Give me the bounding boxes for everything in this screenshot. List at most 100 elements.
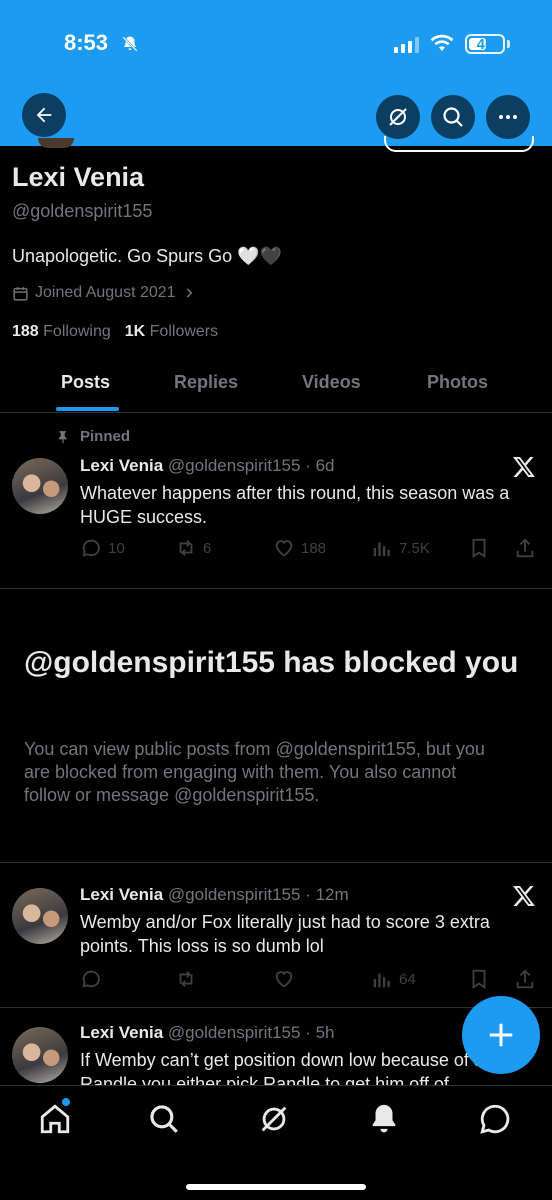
following-count: 188 <box>12 323 39 340</box>
reply-count: 10 <box>108 539 125 557</box>
post-divider <box>0 1007 552 1008</box>
post-avatar[interactable] <box>12 1027 68 1083</box>
repost-icon <box>179 540 193 556</box>
post-text: Wemby and/or Fox literally just had to s… <box>80 912 490 956</box>
views-chart-icon <box>373 542 390 557</box>
followers-link[interactable]: 1K Followers <box>125 323 218 341</box>
home-indicator <box>186 1184 366 1190</box>
battery-percentage: 46 <box>476 35 494 53</box>
post-divider <box>0 588 552 589</box>
post-text: Whatever happens after this round, this … <box>80 483 510 527</box>
x-logo-icon <box>513 457 535 477</box>
followers-label: Followers <box>149 323 219 340</box>
plus-icon <box>489 1023 513 1047</box>
tab-posts[interactable]: Posts <box>61 372 110 393</box>
share-icon <box>516 969 534 989</box>
bell-muted-icon <box>122 36 138 52</box>
chevron-right-icon <box>186 288 192 298</box>
post-divider <box>0 862 552 863</box>
share-icon <box>516 538 534 558</box>
like-count: 188 <box>301 539 327 557</box>
tab-photos[interactable]: Photos <box>427 372 488 393</box>
repost-icon <box>179 971 193 987</box>
blocked-body: You can view public posts from @goldensp… <box>24 739 485 805</box>
back-button[interactable] <box>22 93 66 137</box>
search-icon[interactable] <box>147 1102 181 1136</box>
like-action[interactable] <box>273 968 301 990</box>
home-icon[interactable] <box>38 1102 72 1136</box>
profile-bio: Unapologetic. Go Spurs Go 🤍🖤 <box>12 246 282 266</box>
reply-icon <box>82 970 100 988</box>
reply-icon <box>82 539 100 557</box>
pin-icon <box>58 430 67 443</box>
bookmark-action[interactable] <box>468 537 490 559</box>
pinned-text: Pinned <box>80 428 131 445</box>
status-time: 8:53 <box>64 30 109 55</box>
active-tab-indicator <box>56 407 119 411</box>
search-icon <box>443 107 463 127</box>
post-header: Lexi Venia @goldenspirit155 · 12m <box>80 885 349 905</box>
following-label: Following <box>43 323 111 340</box>
views-count: 7.5K <box>399 539 430 557</box>
bookmark-icon <box>472 538 486 558</box>
post-author-name[interactable]: Lexi Venia <box>80 1023 163 1042</box>
search-button[interactable] <box>431 95 475 139</box>
post-avatar[interactable] <box>12 458 68 514</box>
messages-icon[interactable] <box>478 1102 512 1136</box>
post-author-name[interactable]: Lexi Venia <box>80 456 163 475</box>
compose-post-button[interactable] <box>462 996 540 1074</box>
battery-indicator: 46 <box>465 34 505 54</box>
wifi-icon <box>430 34 454 51</box>
share-action[interactable] <box>514 537 536 559</box>
pinned-label: Pinned <box>56 428 130 445</box>
post-author-name[interactable]: Lexi Venia <box>80 885 163 904</box>
tab-videos[interactable]: Videos <box>302 372 361 393</box>
post-meta: @goldenspirit155 · 5h <box>167 1023 335 1042</box>
repost-count: 6 <box>203 539 212 557</box>
post-avatar[interactable] <box>12 888 68 944</box>
post-meta: @goldenspirit155 · 6d <box>167 456 335 475</box>
views-action[interactable]: 64 <box>371 968 416 990</box>
follow-button-edge[interactable] <box>384 136 534 152</box>
blocked-title: @goldenspirit155 has blocked you <box>24 646 519 679</box>
profile-handle: @goldenspirit155 <box>12 201 153 221</box>
views-action[interactable]: 7.5K <box>371 537 430 559</box>
x-logo-icon <box>513 886 535 906</box>
calendar-icon <box>13 286 28 301</box>
grok-button[interactable] <box>376 95 420 139</box>
following-link[interactable]: 188 Following <box>12 323 111 341</box>
notifications-bell-icon[interactable] <box>367 1102 401 1136</box>
profile-avatar-edge[interactable] <box>38 138 74 148</box>
bottom-navigation <box>0 1085 552 1200</box>
more-button[interactable] <box>486 95 530 139</box>
heart-icon <box>275 971 293 988</box>
bookmark-action[interactable] <box>468 968 490 990</box>
cellular-signal-icon <box>394 37 419 53</box>
tab-replies[interactable]: Replies <box>174 372 238 393</box>
home-notification-dot <box>62 1098 70 1106</box>
joined-date-label: Joined August 2021 <box>35 284 176 301</box>
reply-action[interactable]: 10 <box>80 537 125 559</box>
views-chart-icon <box>373 973 390 988</box>
repost-action[interactable]: 6 <box>175 537 211 559</box>
grok-icon <box>389 108 407 126</box>
like-action[interactable]: 188 <box>273 537 326 559</box>
arrow-left-icon <box>36 107 52 123</box>
post-header: Lexi Venia @goldenspirit155 · 5h <box>80 1023 335 1043</box>
profile-name: Lexi Venia <box>12 162 145 192</box>
heart-icon <box>275 540 293 557</box>
follow-counts: 188 Following 1K Followers <box>12 323 218 341</box>
post-header: Lexi Venia @goldenspirit155 · 6d <box>80 456 335 476</box>
repost-action[interactable] <box>175 968 203 990</box>
reply-action[interactable] <box>80 968 108 990</box>
battery-nub <box>507 40 510 48</box>
post-meta: @goldenspirit155 · 12m <box>167 885 349 904</box>
bookmark-icon <box>472 969 486 989</box>
views-count: 64 <box>399 970 416 988</box>
more-dots-icon <box>499 115 517 119</box>
joined-date[interactable]: Joined August 2021 <box>12 284 196 302</box>
share-action[interactable] <box>514 968 536 990</box>
grok-icon[interactable] <box>257 1102 291 1136</box>
profile-tabs: Posts Replies Videos Photos <box>0 360 552 413</box>
followers-count: 1K <box>124 323 146 340</box>
